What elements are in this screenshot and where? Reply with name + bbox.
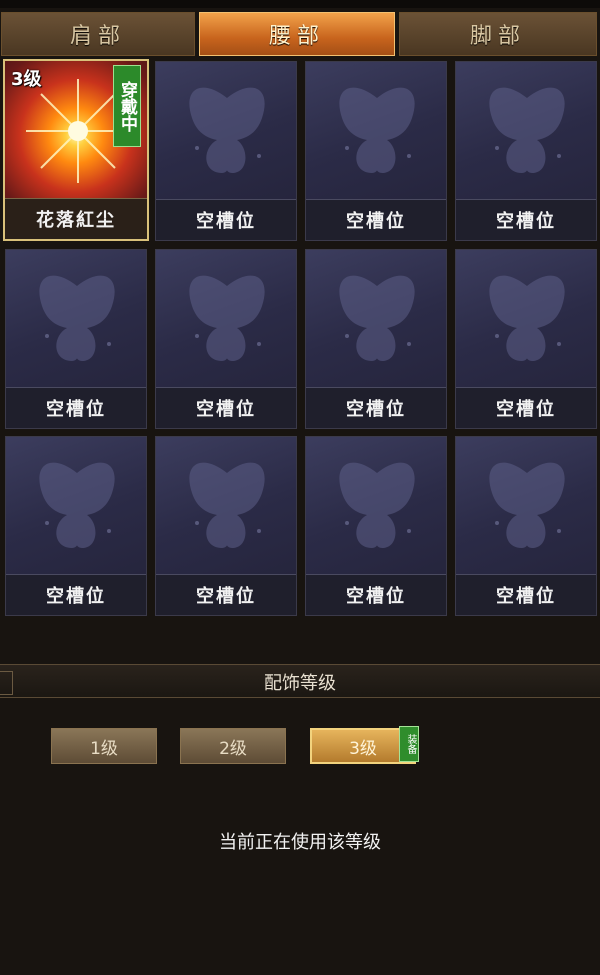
empty-slot[interactable]: 空槽位 — [155, 61, 297, 241]
equipped-badge: 装备 — [399, 726, 419, 762]
slot-label: 空槽位 — [156, 387, 296, 428]
top-border — [0, 0, 600, 8]
slot-tabs: 肩部 腰部 脚部 — [0, 12, 600, 58]
level-section-header: 配饰等级 — [0, 664, 600, 698]
empty-slot[interactable]: 空槽位 — [155, 436, 297, 616]
slot-label: 空槽位 — [156, 199, 296, 240]
empty-slot[interactable]: 空槽位 — [5, 436, 147, 616]
item-level: 3级 — [11, 69, 42, 90]
tab-waist[interactable]: 腰部 — [199, 12, 395, 56]
slot-label: 空槽位 — [306, 574, 446, 615]
slot-label: 空槽位 — [6, 387, 146, 428]
butterfly-icon — [489, 275, 565, 361]
slot-label: 空槽位 — [156, 574, 296, 615]
slot-label: 空槽位 — [456, 574, 596, 615]
wearing-badge: 穿戴中 — [113, 65, 141, 147]
butterfly-icon — [39, 462, 115, 548]
tab-foot[interactable]: 脚部 — [399, 12, 597, 56]
empty-slot[interactable]: 空槽位 — [455, 61, 597, 241]
empty-slot[interactable]: 空槽位 — [455, 436, 597, 616]
empty-slot[interactable]: 空槽位 — [305, 61, 447, 241]
butterfly-icon — [489, 462, 565, 548]
accessory-grid: 3级 穿戴中 花落紅尘 空槽位 空槽位 空槽位 空槽位 空槽位 空槽位 空槽位 … — [0, 58, 600, 618]
empty-slot[interactable]: 空槽位 — [5, 249, 147, 429]
status-text: 当前正在使用该等级 — [219, 832, 381, 853]
butterfly-icon — [189, 462, 265, 548]
tab-shoulder[interactable]: 肩部 — [1, 12, 195, 56]
butterfly-icon — [189, 87, 265, 173]
butterfly-icon — [339, 275, 415, 361]
butterfly-icon — [339, 87, 415, 173]
empty-slot[interactable]: 空槽位 — [455, 249, 597, 429]
level-1-button[interactable]: 1级 — [51, 728, 157, 764]
level-2-button[interactable]: 2级 — [180, 728, 286, 764]
empty-slot[interactable]: 空槽位 — [305, 436, 447, 616]
slot-label: 空槽位 — [6, 574, 146, 615]
butterfly-icon — [39, 275, 115, 361]
butterfly-icon — [489, 87, 565, 173]
slot-label: 空槽位 — [306, 387, 446, 428]
butterfly-icon — [189, 275, 265, 361]
empty-slot[interactable]: 空槽位 — [305, 249, 447, 429]
section-title: 配饰等级 — [264, 673, 336, 694]
slot-label: 空槽位 — [456, 387, 596, 428]
slot-label: 空槽位 — [456, 199, 596, 240]
accessory-slot-equipped[interactable]: 3级 穿戴中 花落紅尘 — [3, 59, 149, 241]
slot-label: 花落紅尘 — [5, 198, 147, 239]
butterfly-icon — [339, 462, 415, 548]
slot-label: 空槽位 — [306, 199, 446, 240]
empty-slot[interactable]: 空槽位 — [155, 249, 297, 429]
